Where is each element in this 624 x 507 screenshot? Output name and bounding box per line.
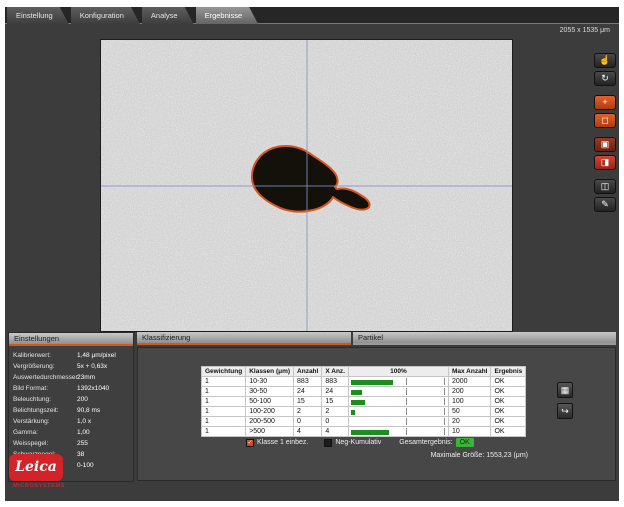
application-window: Einstellung Konfiguration Analyse Ergebn… (5, 7, 619, 501)
image-viewport[interactable] (100, 39, 513, 332)
tab-klassifizierung[interactable]: Klassifizierung (137, 332, 351, 345)
leica-logo-mark: Leica (9, 454, 63, 481)
setting-row: Weisspegel:255 (13, 438, 130, 449)
count-bar (351, 400, 365, 405)
settings-panel-title: Einstellungen (9, 333, 133, 346)
total-result-badge: OK (456, 438, 474, 447)
max-size-value: 1553,23 (μm) (486, 452, 528, 459)
setting-row: Auswertedurchmesser:23mm (13, 372, 130, 383)
class-include-label: Klasse 1 einbez. (257, 439, 308, 446)
add-region-button[interactable]: + (594, 95, 616, 110)
report-button[interactable]: ↪ (557, 403, 573, 419)
count-bar-cell (348, 397, 448, 407)
neg-cumulative-checkbox[interactable] (324, 439, 332, 447)
count-bar-cell (348, 387, 448, 397)
table-row[interactable]: 150-1001515 100OK (202, 397, 526, 407)
count-bar-cell (348, 417, 448, 427)
view-3d-button[interactable]: ◫ (594, 179, 616, 194)
setting-row: Beleuchtung:200 (13, 394, 130, 405)
settings-list: Kalibrierwert:1,48 μm/pixel Vergrößerung… (9, 346, 133, 471)
table-header-row: Gewichtung Klassen (μm) Anzahl X Anz. 10… (202, 367, 526, 377)
max-size-line: Maximale Größe: 1553,23 (μm) (138, 452, 528, 459)
edit-tool-button[interactable]: ✎ (594, 197, 616, 212)
rotate-tool-button[interactable]: ↻ (594, 71, 616, 86)
tab-partikel[interactable]: Partikel (353, 332, 616, 345)
tab-analyse[interactable]: Analyse (142, 7, 194, 24)
table-row[interactable]: 1>50044 10OK (202, 427, 526, 437)
count-bar (351, 380, 393, 385)
image-dimensions-label: 2055 x 1535 μm (560, 27, 610, 34)
microscope-image (101, 40, 512, 331)
count-bar-cell (348, 407, 448, 417)
count-bar (351, 390, 362, 395)
table-row[interactable]: 1200-50000 20OK (202, 417, 526, 427)
layer-tool-button[interactable]: ▣ (594, 137, 616, 152)
setting-row: Belichtungszeit:90,8 ms (13, 405, 130, 416)
tool-palette: ☝ ↻ + ◻ ▣ ◨ ◫ ✎ (594, 53, 616, 212)
max-size-label: Maximale Größe: (431, 452, 485, 459)
count-bar (351, 430, 389, 435)
hand-tool-button[interactable]: ☝ (594, 53, 616, 68)
tab-konfiguration[interactable]: Konfiguration (71, 7, 140, 24)
result-side-buttons: ▦ ↪ (557, 382, 573, 419)
setting-row: Gamma:1,00 (13, 427, 130, 438)
setting-row: Bild Format:1392x1040 (13, 383, 130, 394)
count-bar-cell (348, 427, 448, 437)
leica-logo-subtitle: MICROSYSTEMS (9, 483, 69, 489)
table-row[interactable]: 1100-20022 50OK (202, 407, 526, 417)
tab-einstellung[interactable]: Einstellung (7, 7, 69, 24)
class-include-checkbox[interactable]: ✓ (246, 439, 254, 447)
classification-panel: Gewichtung Klassen (μm) Anzahl X Anz. 10… (137, 347, 616, 481)
tab-ergebnisse[interactable]: Ergebnisse (196, 7, 259, 24)
shape-region-button[interactable]: ◻ (594, 113, 616, 128)
table-row[interactable]: 130-502424 200OK (202, 387, 526, 397)
result-controls: ✓ Klasse 1 einbez. Neg-Kumulativ Gesamte… (246, 438, 474, 447)
chart-button[interactable]: ▦ (557, 382, 573, 398)
count-bar (351, 410, 355, 415)
setting-row: Vergrößerung:5x + 0,63x (13, 361, 130, 372)
classification-table: Gewichtung Klassen (μm) Anzahl X Anz. 10… (201, 366, 526, 437)
total-result-label: Gesamtergebnis: (399, 439, 452, 446)
count-bar-cell (348, 377, 448, 387)
main-tabbar: Einstellung Konfiguration Analyse Ergebn… (5, 7, 619, 24)
leica-logo: Leica MICROSYSTEMS (9, 454, 69, 489)
table-row[interactable]: 110-30883883 2000OK (202, 377, 526, 387)
neg-cumulative-label: Neg-Kumulativ (335, 439, 381, 446)
setting-row: Verstärkung:1,0 x (13, 416, 130, 427)
mask-tool-button[interactable]: ◨ (594, 155, 616, 170)
setting-row: Kalibrierwert:1,48 μm/pixel (13, 350, 130, 361)
